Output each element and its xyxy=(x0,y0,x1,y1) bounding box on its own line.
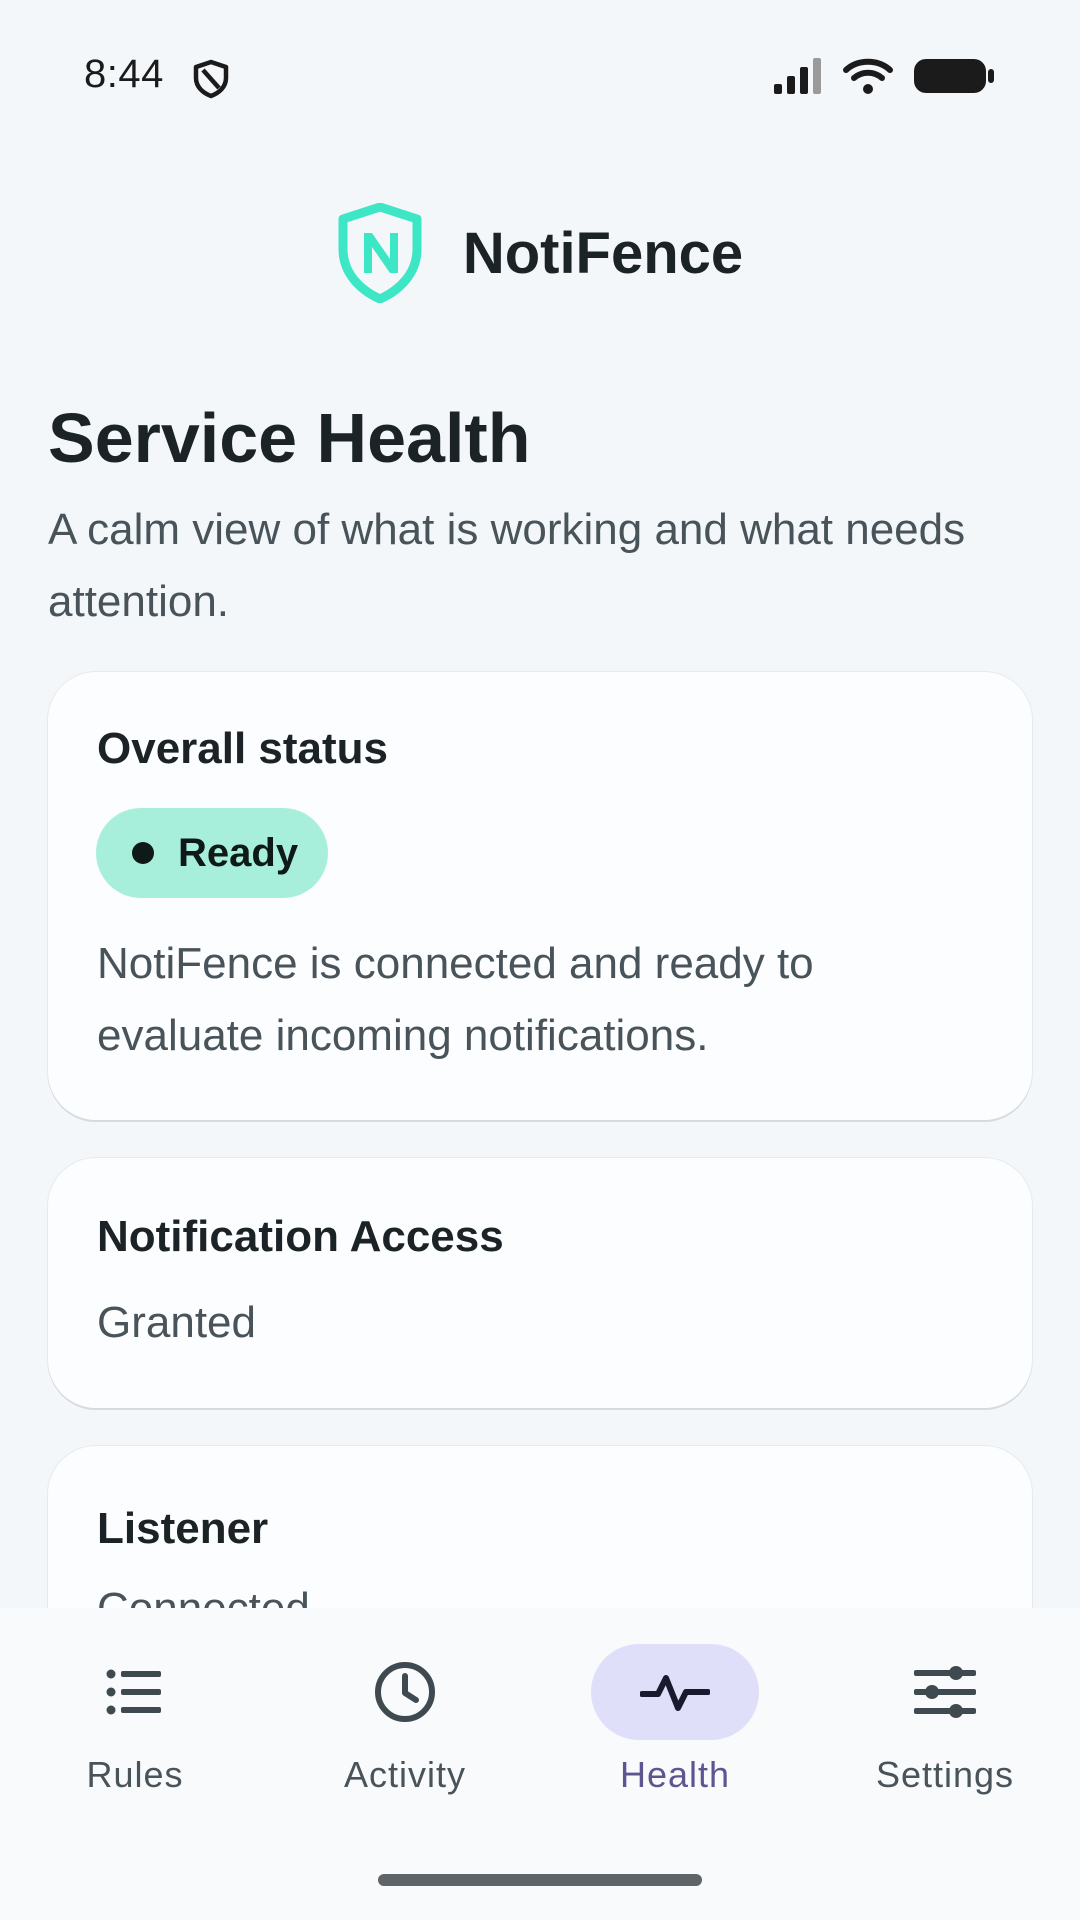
shield-n-logo-icon xyxy=(337,202,423,304)
status-bar: 8:44 xyxy=(0,0,1080,150)
status-badge-label: Ready xyxy=(178,830,299,875)
app-header: NotiFence xyxy=(0,198,1080,308)
page-title: Service Health xyxy=(48,399,531,477)
clock-icon xyxy=(321,1644,489,1740)
status-dot-icon xyxy=(132,842,154,864)
shield-icon xyxy=(190,58,232,100)
signal-icon xyxy=(772,56,824,101)
status-time: 8:44 xyxy=(84,52,164,96)
overall-status-card: Overall status Ready NotiFence is connec… xyxy=(48,672,1032,1120)
nav-item-activity[interactable]: Activity xyxy=(270,1644,540,1804)
notification-access-title: Notification Access xyxy=(97,1212,504,1261)
listener-title: Listener xyxy=(97,1504,269,1553)
nav-label-rules: Rules xyxy=(86,1754,184,1795)
nav-item-health[interactable]: Health xyxy=(540,1644,810,1804)
nav-label-activity: Activity xyxy=(343,1754,466,1795)
app-title: NotiFence xyxy=(462,220,744,286)
nav-item-settings[interactable]: Settings xyxy=(810,1644,1080,1804)
notification-access-value: Granted xyxy=(97,1298,256,1347)
nav-label-settings: Settings xyxy=(875,1754,1015,1795)
pulse-icon xyxy=(591,1644,759,1740)
nav-label-health: Health xyxy=(619,1754,731,1795)
home-indicator[interactable] xyxy=(378,1874,702,1886)
page-subtitle: A calm view of what is working and what … xyxy=(48,505,966,626)
battery-icon xyxy=(912,56,996,101)
notification-access-card: Notification Access Granted xyxy=(48,1158,1032,1408)
nav-item-rules[interactable]: Rules xyxy=(0,1644,270,1804)
overall-status-title: Overall status xyxy=(97,724,389,773)
wifi-icon xyxy=(842,56,894,101)
list-icon xyxy=(51,1644,219,1740)
status-icons xyxy=(772,56,996,101)
overall-status-description: NotiFence is connected and ready to eval… xyxy=(97,939,814,1060)
status-badge: Ready xyxy=(96,808,328,898)
sliders-icon xyxy=(861,1644,1029,1740)
